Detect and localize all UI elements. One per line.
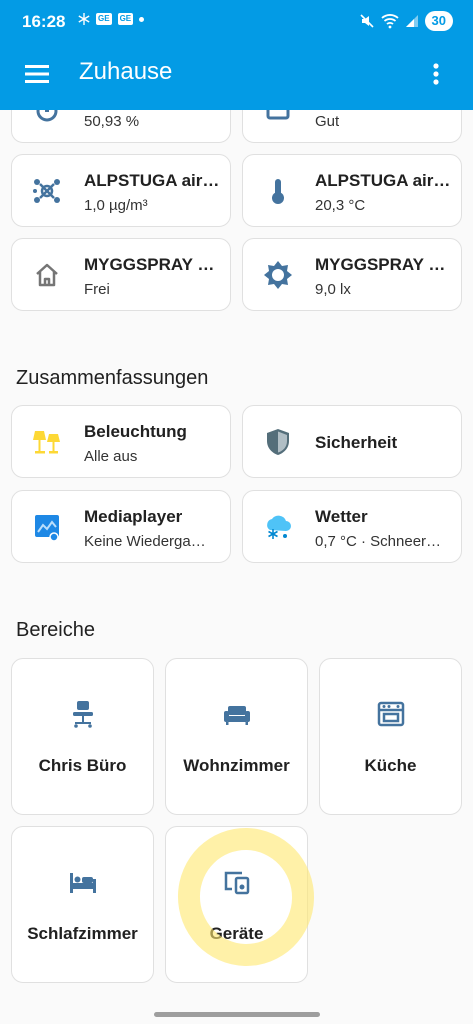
sofa-icon xyxy=(223,706,250,725)
area-name: Geräte xyxy=(209,924,264,943)
tile-state: Gut xyxy=(315,113,340,130)
brightness-icon xyxy=(264,260,292,289)
shield-icon xyxy=(267,428,289,455)
tile-name: Sicherheit xyxy=(315,433,398,452)
tile-state: 50,93 % xyxy=(84,113,140,130)
tile-state: 20,3 °C xyxy=(315,197,366,214)
tile-name: ALPSTUGA air… xyxy=(315,171,451,190)
section-title-summaries: Zusammenfassungen xyxy=(16,367,209,389)
tile-state: Keine Wiederga… xyxy=(84,533,206,550)
section-title-areas: Bereiche xyxy=(16,619,95,641)
media-icon xyxy=(35,514,59,542)
weather-snow-icon xyxy=(267,515,291,539)
status-bar: 16:28 GE GE 30 xyxy=(0,0,473,44)
tile-name: Mediaplayer xyxy=(84,507,183,526)
mute-icon xyxy=(359,14,374,28)
system-icons: 30 xyxy=(359,11,453,31)
menu-icon[interactable] xyxy=(22,60,52,88)
tile-state: Alle aus xyxy=(84,448,138,465)
tile-state: 1,0 µg/m³ xyxy=(84,197,148,214)
tile-myggspray-illuminance[interactable]: MYGGSPRAY … 9,0 lx xyxy=(242,238,462,311)
tile-name: MYGGSPRAY … xyxy=(315,255,446,274)
area-card-kueche[interactable]: Küche xyxy=(319,658,462,815)
wifi-icon xyxy=(380,14,399,29)
tile-state: 9,0 lx xyxy=(315,281,351,298)
desk-chair-icon xyxy=(72,701,93,728)
tile-alpstuga-pm25[interactable]: ALPSTUGA air… 1,0 µg/m³ xyxy=(11,154,231,227)
tile-weather[interactable]: Wetter 0,7 °C · Schneer… xyxy=(242,490,462,563)
area-name: Küche xyxy=(364,756,417,775)
ge-badge-icon-2: GE xyxy=(117,13,134,25)
more-notifications-dot xyxy=(139,16,145,22)
area-card-chris-buero[interactable]: Chris Büro xyxy=(11,658,154,815)
tile-lighting[interactable]: Beleuchtung Alle aus xyxy=(11,405,231,478)
tile-name: Wetter xyxy=(315,507,368,526)
area-card-schlafzimmer[interactable]: Schlafzimmer xyxy=(11,826,154,983)
tile-security[interactable]: Sicherheit xyxy=(242,405,462,478)
area-card-wohnzimmer[interactable]: Wohnzimmer xyxy=(165,658,308,815)
tile-name: Beleuchtung xyxy=(84,422,187,441)
page-title: Zuhause xyxy=(79,58,173,85)
thermometer-icon xyxy=(272,178,284,204)
bed-icon xyxy=(69,873,96,893)
area-name: Schlafzimmer xyxy=(27,924,138,943)
status-time: 16:28 xyxy=(22,12,66,31)
tile-state: 0,7 °C · Schneer… xyxy=(315,533,442,550)
notification-icons: GE GE xyxy=(78,13,145,25)
area-name: Wohnzimmer xyxy=(183,756,290,775)
snowflake-icon xyxy=(78,13,90,25)
app-header: 16:28 GE GE 30 Zuhause xyxy=(0,0,473,110)
more-vert-icon[interactable] xyxy=(421,58,451,90)
signal-icon xyxy=(405,15,418,27)
tile-media-player[interactable]: Mediaplayer Keine Wiederga… xyxy=(11,490,231,563)
gesture-home-bar[interactable] xyxy=(154,1012,320,1017)
battery-indicator: 30 xyxy=(424,11,453,31)
stove-icon xyxy=(377,701,404,727)
ge-badge-icon: GE xyxy=(96,13,112,25)
tile-name: MYGGSPRAY … xyxy=(84,255,215,274)
area-card-geraete[interactable]: Geräte xyxy=(165,826,308,983)
tile-myggspray-occupancy[interactable]: MYGGSPRAY … Frei xyxy=(11,238,231,311)
tile-state: Frei xyxy=(84,281,110,298)
area-name: Chris Büro xyxy=(38,756,127,775)
devices-icon xyxy=(224,871,249,895)
lamps-icon xyxy=(33,430,60,453)
molecule-icon xyxy=(33,178,60,203)
home-outline-icon xyxy=(36,263,58,286)
tile-name: ALPSTUGA air… xyxy=(84,171,220,190)
tile-alpstuga-temperature[interactable]: ALPSTUGA air… 20,3 °C xyxy=(242,154,462,227)
